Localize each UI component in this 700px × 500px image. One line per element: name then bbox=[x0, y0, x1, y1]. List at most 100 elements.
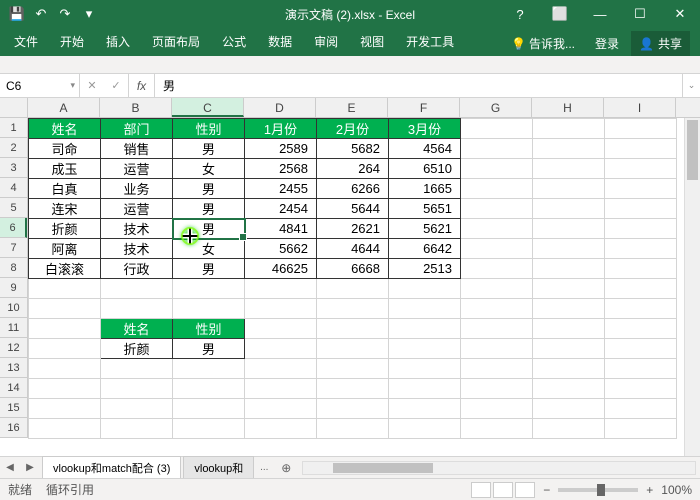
zoom-slider[interactable] bbox=[558, 488, 638, 492]
cell[interactable]: 4564 bbox=[389, 139, 461, 159]
cell[interactable]: 连宋 bbox=[29, 199, 101, 219]
cell[interactable] bbox=[245, 359, 317, 379]
minimize-button[interactable]: — bbox=[580, 0, 620, 28]
cell[interactable] bbox=[461, 239, 533, 259]
cell[interactable] bbox=[173, 419, 245, 439]
cell[interactable] bbox=[605, 139, 677, 159]
cell[interactable]: 技术 bbox=[101, 239, 173, 259]
cell[interactable]: 姓名 bbox=[101, 319, 173, 339]
cell[interactable] bbox=[317, 359, 389, 379]
zoom-in-button[interactable]: + bbox=[646, 483, 653, 497]
cell[interactable] bbox=[533, 239, 605, 259]
tab-home[interactable]: 开始 bbox=[50, 27, 94, 56]
col-header-G[interactable]: G bbox=[460, 98, 532, 117]
name-box[interactable]: C6 bbox=[0, 74, 80, 97]
row-header-3[interactable]: 3 bbox=[0, 158, 27, 178]
cell[interactable]: 成玉 bbox=[29, 159, 101, 179]
cell[interactable]: 男 bbox=[173, 219, 245, 239]
worksheet-grid[interactable]: ABCDEFGHI 12345678910111213141516 姓名部门性别… bbox=[0, 98, 700, 456]
cell[interactable]: 2589 bbox=[245, 139, 317, 159]
sheet-nav-prev[interactable]: ◀ bbox=[0, 462, 20, 473]
cell[interactable] bbox=[605, 239, 677, 259]
column-headers[interactable]: ABCDEFGHI bbox=[28, 98, 700, 118]
cell[interactable] bbox=[389, 419, 461, 439]
close-button[interactable]: ✕ bbox=[660, 0, 700, 28]
cell[interactable]: 男 bbox=[173, 139, 245, 159]
sheet-nav-next[interactable]: ▶ bbox=[20, 462, 40, 473]
fx-button[interactable]: fx bbox=[129, 74, 155, 97]
cell[interactable] bbox=[605, 199, 677, 219]
cell[interactable] bbox=[461, 319, 533, 339]
cell[interactable] bbox=[533, 119, 605, 139]
cell[interactable] bbox=[389, 379, 461, 399]
tell-me-button[interactable]: 💡告诉我... bbox=[503, 31, 583, 56]
cell[interactable]: 2455 bbox=[245, 179, 317, 199]
qat-more-icon[interactable]: ▾ bbox=[78, 3, 100, 25]
zoom-out-button[interactable]: − bbox=[543, 483, 550, 497]
cell[interactable] bbox=[605, 339, 677, 359]
cell[interactable] bbox=[533, 339, 605, 359]
cell[interactable] bbox=[29, 339, 101, 359]
tab-formula[interactable]: 公式 bbox=[212, 27, 256, 56]
cell[interactable] bbox=[533, 359, 605, 379]
view-layout-icon[interactable] bbox=[493, 482, 513, 498]
cell[interactable]: 2月份 bbox=[317, 119, 389, 139]
cell[interactable] bbox=[317, 279, 389, 299]
cell[interactable] bbox=[533, 159, 605, 179]
col-header-E[interactable]: E bbox=[316, 98, 388, 117]
cell[interactable] bbox=[533, 199, 605, 219]
col-header-D[interactable]: D bbox=[244, 98, 316, 117]
col-header-F[interactable]: F bbox=[388, 98, 460, 117]
cell[interactable] bbox=[461, 419, 533, 439]
col-header-I[interactable]: I bbox=[604, 98, 676, 117]
cell[interactable]: 性别 bbox=[173, 119, 245, 139]
cell[interactable] bbox=[101, 299, 173, 319]
cell[interactable] bbox=[533, 259, 605, 279]
hscroll-thumb[interactable] bbox=[333, 463, 433, 473]
cell[interactable] bbox=[389, 279, 461, 299]
zoom-thumb[interactable] bbox=[597, 484, 605, 496]
cell[interactable] bbox=[173, 299, 245, 319]
cell[interactable]: 折颜 bbox=[29, 219, 101, 239]
cell[interactable] bbox=[101, 379, 173, 399]
cell[interactable]: 姓名 bbox=[29, 119, 101, 139]
row-header-4[interactable]: 4 bbox=[0, 178, 27, 198]
horizontal-scrollbar[interactable] bbox=[302, 461, 696, 475]
cell[interactable] bbox=[461, 159, 533, 179]
cell[interactable]: 4644 bbox=[317, 239, 389, 259]
cell[interactable]: 技术 bbox=[101, 219, 173, 239]
cells-area[interactable]: 姓名部门性别1月份2月份3月份司命销售男258956824564成玉运营女256… bbox=[28, 118, 677, 439]
cell[interactable] bbox=[173, 359, 245, 379]
login-button[interactable]: 登录 bbox=[587, 31, 627, 56]
cell[interactable] bbox=[317, 399, 389, 419]
cell[interactable]: 2454 bbox=[245, 199, 317, 219]
save-button[interactable]: 💾 bbox=[6, 3, 28, 25]
cell[interactable] bbox=[317, 319, 389, 339]
cell[interactable] bbox=[317, 419, 389, 439]
cell[interactable] bbox=[245, 279, 317, 299]
cell[interactable] bbox=[461, 379, 533, 399]
cell[interactable]: 2568 bbox=[245, 159, 317, 179]
cell[interactable]: 男 bbox=[173, 179, 245, 199]
cell[interactable] bbox=[461, 259, 533, 279]
cell[interactable] bbox=[605, 379, 677, 399]
row-header-8[interactable]: 8 bbox=[0, 258, 27, 278]
cell[interactable] bbox=[29, 419, 101, 439]
cell[interactable]: 6266 bbox=[317, 179, 389, 199]
row-header-10[interactable]: 10 bbox=[0, 298, 27, 318]
cell[interactable] bbox=[605, 219, 677, 239]
tab-file[interactable]: 文件 bbox=[4, 27, 48, 56]
cell[interactable] bbox=[461, 139, 533, 159]
cell[interactable]: 6642 bbox=[389, 239, 461, 259]
row-header-14[interactable]: 14 bbox=[0, 378, 27, 398]
col-header-H[interactable]: H bbox=[532, 98, 604, 117]
cell[interactable]: 6668 bbox=[317, 259, 389, 279]
cell[interactable]: 3月份 bbox=[389, 119, 461, 139]
cell[interactable] bbox=[605, 359, 677, 379]
cell[interactable] bbox=[605, 419, 677, 439]
cell[interactable] bbox=[389, 359, 461, 379]
sheet-tab-active[interactable]: vlookup和match配合 (3) bbox=[42, 456, 181, 479]
view-normal-icon[interactable] bbox=[471, 482, 491, 498]
cell[interactable] bbox=[317, 339, 389, 359]
cell[interactable] bbox=[605, 299, 677, 319]
